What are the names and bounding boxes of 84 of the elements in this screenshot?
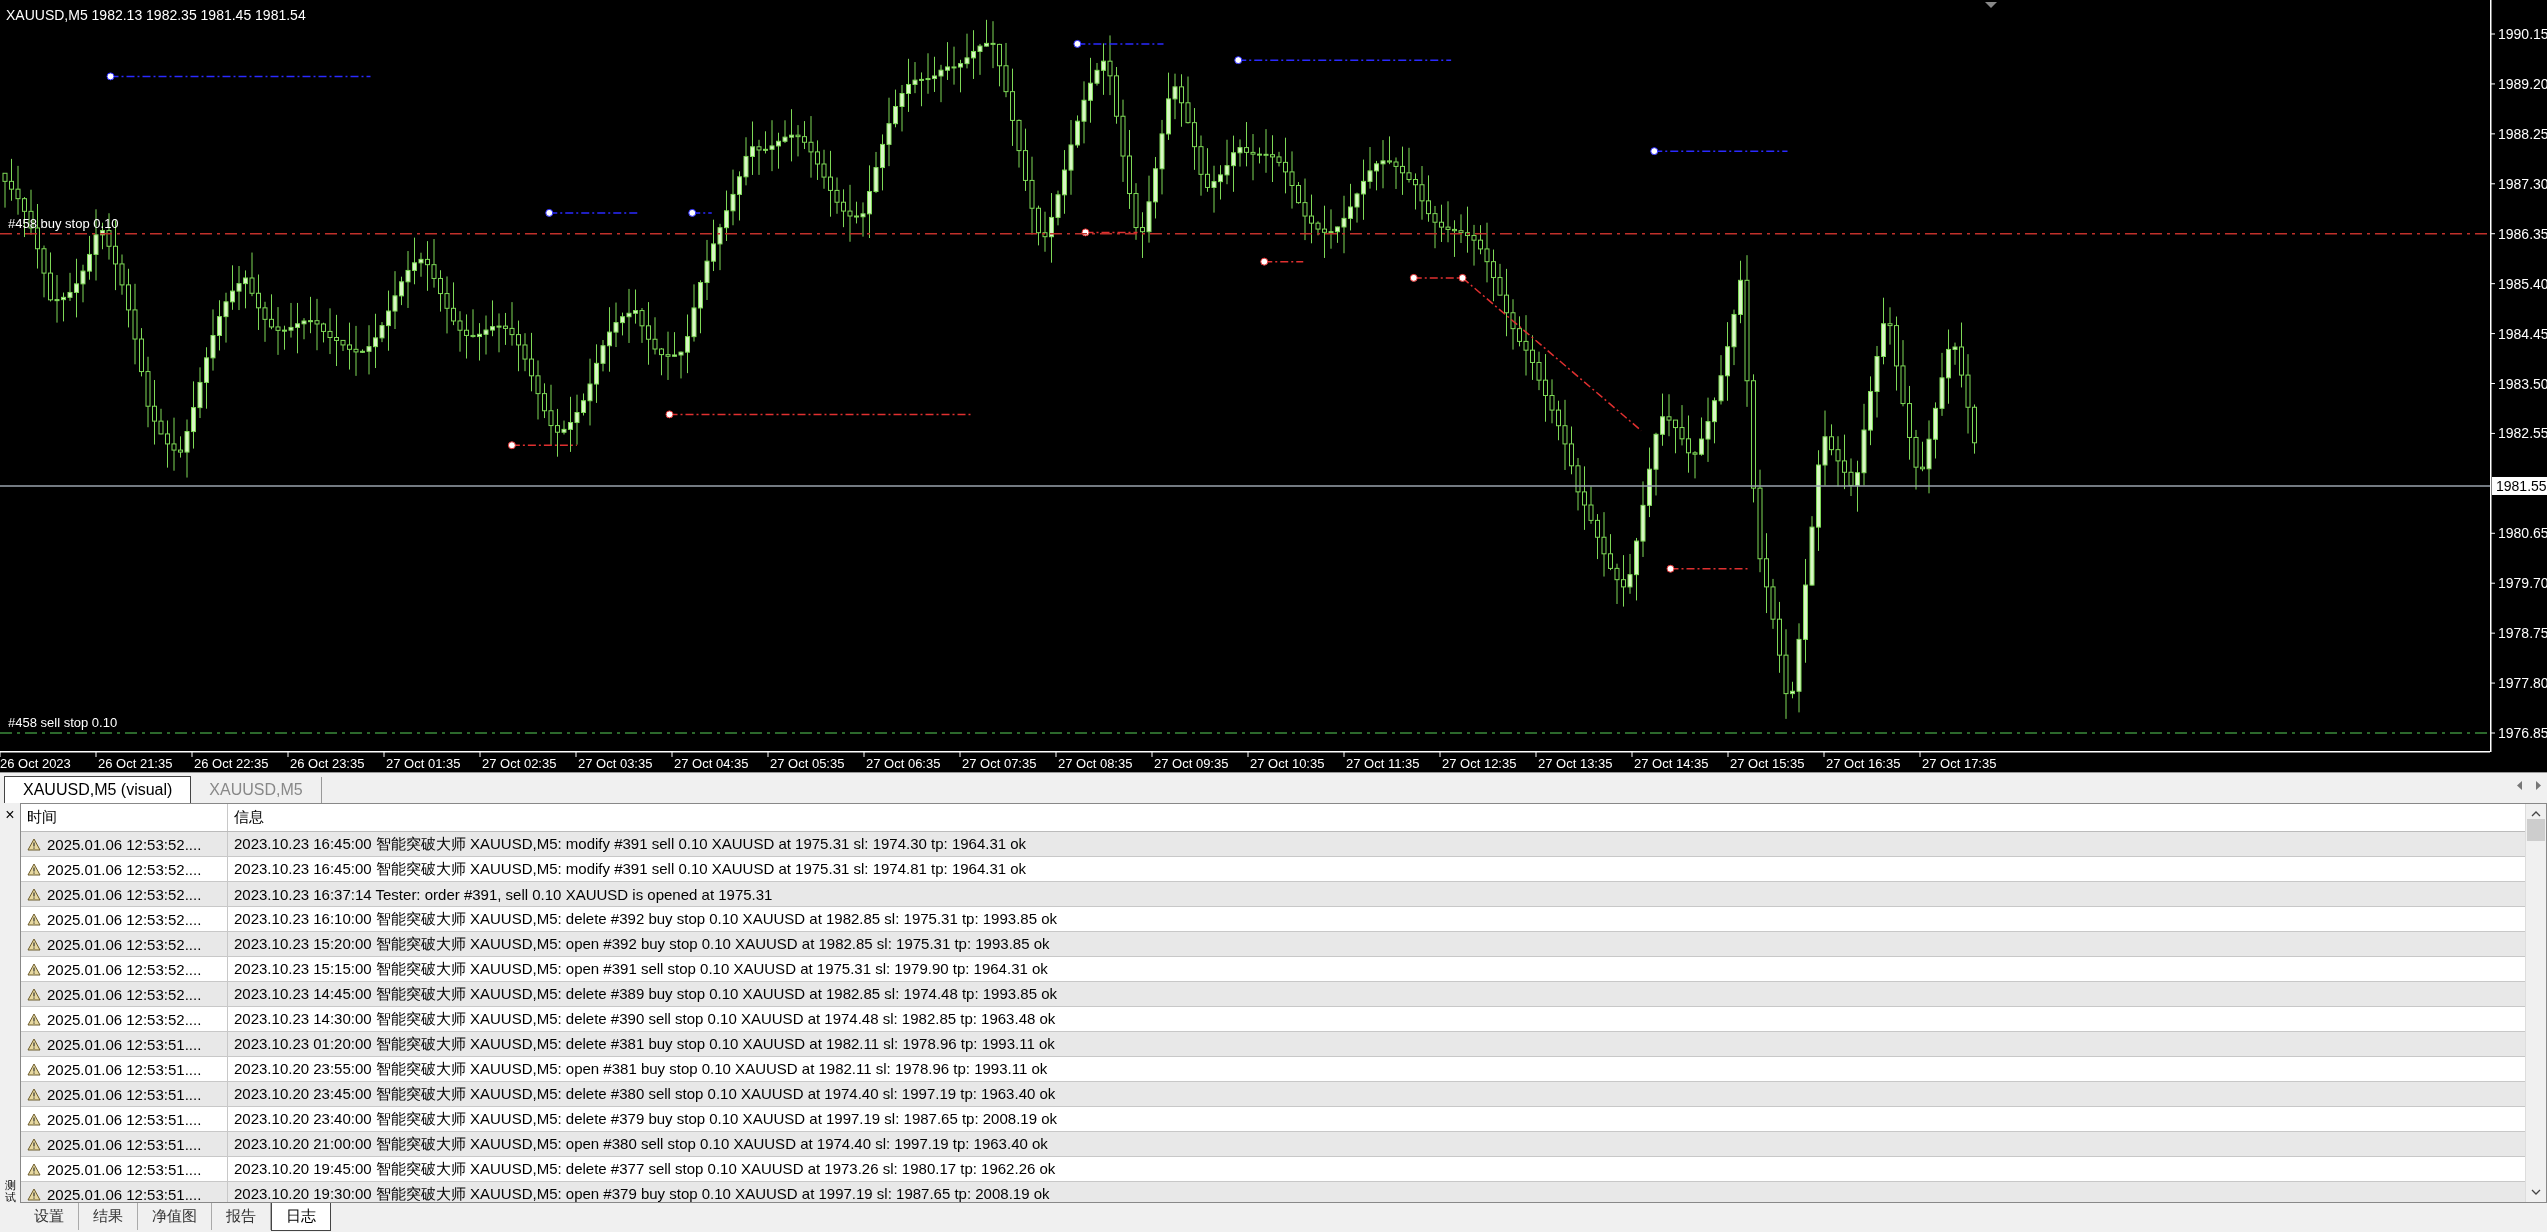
time-axis-label: 27 Oct 09:35 [1154, 756, 1229, 771]
log-message: 2023.10.23 15:15:00 智能突破大师 XAUUSD,M5: open #391 sell stop 0.10 XAUUSD at 1975.31 sl: 1979.90 tp: 1964.31 ok [234, 959, 1048, 977]
time-axis-label: 26 Oct 21:35 [98, 756, 173, 771]
bottom-tab[interactable]: 日志 [271, 1203, 331, 1231]
time-axis-label: 27 Oct 13:35 [1538, 756, 1613, 771]
log-message: 2023.10.23 16:37:14 Tester: order #391, sell 0.10 XAUUSD is opened at 1975.31 [234, 885, 773, 903]
current-price-label: 1981.55 [2492, 477, 2547, 495]
log-time: 2025.01.06 12:53:52.... [47, 835, 202, 853]
time-axis-label: 27 Oct 14:35 [1634, 756, 1709, 771]
log-message: 2023.10.23 15:20:00 智能突破大师 XAUUSD,M5: open #392 buy stop 0.10 XAUUSD at 1982.85 sl: 1975.31 tp: 1993.85 ok [234, 934, 1050, 952]
log-time: 2025.01.06 12:53:51.... [47, 1160, 202, 1178]
warning-icon [27, 1162, 41, 1176]
warning-icon [27, 1087, 41, 1101]
time-axis-label: 27 Oct 01:35 [386, 756, 461, 771]
log-message: 2023.10.23 14:30:00 智能突破大师 XAUUSD,M5: delete #390 sell stop 0.10 XAUUSD at 1974.48 sl: 1982.85 tp: 1963.48 ok [234, 1009, 1056, 1027]
warning-icon [27, 862, 41, 876]
time-axis-label: 27 Oct 10:35 [1250, 756, 1325, 771]
warning-icon [27, 1062, 41, 1076]
warning-icon [27, 987, 41, 1001]
bottom-tab[interactable]: 设置 [20, 1203, 79, 1230]
scroll-left-icon[interactable] [2517, 781, 2522, 790]
warning-icon [27, 1137, 41, 1151]
log-time: 2025.01.06 12:53:51.... [47, 1135, 202, 1153]
log-time: 2025.01.06 12:53:51.... [47, 1110, 202, 1128]
log-time: 2025.01.06 12:53:52.... [47, 960, 202, 978]
bottom-tab[interactable]: 结果 [79, 1203, 138, 1230]
log-message: 2023.10.23 16:10:00 智能突破大师 XAUUSD,M5: delete #392 buy stop 0.10 XAUUSD at 1982.85 sl: 1975.31 tp: 1993.85 ok [234, 909, 1057, 927]
log-message: 2023.10.20 23:45:00 智能突破大师 XAUUSD,M5: delete #380 sell stop 0.10 XAUUSD at 1974.40 sl: 1997.19 tp: 1963.40 ok [234, 1084, 1056, 1102]
shift-marker-icon[interactable] [1985, 2, 1997, 8]
column-header[interactable]: 信息 [234, 808, 264, 825]
time-axis-label: 27 Oct 17:35 [1922, 756, 1997, 771]
log-message: 2023.10.23 16:45:00 智能突破大师 XAUUSD,M5: modify #391 sell 0.10 XAUUSD at 1975.31 sl: 1974.81 tp: 1964.31 ok [234, 859, 1027, 877]
time-axis-label: 27 Oct 04:35 [674, 756, 749, 771]
log-time: 2025.01.06 12:53:52.... [47, 1010, 202, 1028]
scroll-right-icon[interactable] [2536, 781, 2541, 790]
chart-title: XAUUSD,M5 1982.13 1982.35 1981.45 1981.54 [6, 7, 306, 23]
time-axis-label: 27 Oct 16:35 [1826, 756, 1901, 771]
time-axis-label: 26 Oct 2023 [0, 756, 71, 771]
panel-side-label: 测试 [4, 1178, 16, 1203]
scroll-up-icon[interactable] [2531, 810, 2541, 817]
log-time: 2025.01.06 12:53:52.... [47, 860, 202, 878]
log-time: 2025.01.06 12:53:51.... [47, 1085, 202, 1103]
scrollbar-thumb[interactable] [2527, 819, 2545, 841]
warning-icon [27, 912, 41, 926]
warning-icon [27, 937, 41, 951]
warning-icon [27, 1187, 41, 1201]
time-axis-label: 26 Oct 23:35 [290, 756, 365, 771]
time-axis-label: 27 Oct 08:35 [1058, 756, 1133, 771]
time-axis-label: 27 Oct 15:35 [1730, 756, 1805, 771]
column-header[interactable]: 时间 [27, 808, 57, 827]
log-time: 2025.01.06 12:53:51.... [47, 1060, 202, 1078]
log-time: 2025.01.06 12:53:51.... [47, 1185, 202, 1202]
chart-tab[interactable]: XAUUSD,M5 (visual) [4, 776, 192, 803]
time-axis-label: 27 Oct 02:35 [482, 756, 557, 771]
log-message: 2023.10.20 23:40:00 智能突破大师 XAUUSD,M5: delete #379 buy stop 0.10 XAUUSD at 1997.19 sl: 1987.65 tp: 2008.19 ok [234, 1109, 1057, 1127]
time-axis-label: 27 Oct 11:35 [1346, 756, 1420, 771]
time-axis-label: 27 Oct 05:35 [770, 756, 845, 771]
log-time: 2025.01.06 12:53:52.... [47, 910, 202, 928]
warning-icon [27, 837, 41, 851]
time-axis-label: 27 Oct 03:35 [578, 756, 653, 771]
time-axis-label: 27 Oct 06:35 [866, 756, 941, 771]
log-message: 2023.10.20 19:45:00 智能突破大师 XAUUSD,M5: delete #377 sell stop 0.10 XAUUSD at 1973.26 sl: 1980.17 tp: 1962.26 ok [234, 1159, 1056, 1177]
log-message: 2023.10.23 14:45:00 智能突破大师 XAUUSD,M5: delete #389 buy stop 0.10 XAUUSD at 1982.85 sl: 1974.48 tp: 1993.85 ok [234, 984, 1057, 1002]
log-time: 2025.01.06 12:53:52.... [47, 885, 202, 903]
log-time: 2025.01.06 12:53:52.... [47, 935, 202, 953]
log-message: 2023.10.23 01:20:00 智能突破大师 XAUUSD,M5: delete #381 buy stop 0.10 XAUUSD at 1982.11 sl: 1978.96 tp: 1993.11 ok [234, 1034, 1055, 1052]
warning-icon [27, 1012, 41, 1026]
time-axis-label: 27 Oct 07:35 [962, 756, 1037, 771]
log-message: 2023.10.20 19:30:00 智能突破大师 XAUUSD,M5: open #379 buy stop 0.10 XAUUSD at 1997.19 sl: 1987.65 tp: 2008.19 ok [234, 1184, 1050, 1202]
bottom-tab[interactable]: 净值图 [138, 1203, 212, 1230]
close-icon[interactable]: × [5, 807, 15, 823]
time-axis-label: 26 Oct 22:35 [194, 756, 269, 771]
warning-icon [27, 1112, 41, 1126]
scroll-down-icon[interactable] [2531, 1189, 2541, 1196]
log-message: 2023.10.20 21:00:00 智能突破大师 XAUUSD,M5: open #380 sell stop 0.10 XAUUSD at 1974.40 sl: 1997.19 tp: 1963.40 ok [234, 1134, 1048, 1152]
log-message: 2023.10.23 16:45:00 智能突破大师 XAUUSD,M5: modify #391 sell 0.10 XAUUSD at 1975.31 sl: 1974.30 tp: 1964.31 ok [234, 834, 1027, 852]
time-axis-label: 27 Oct 12:35 [1442, 756, 1517, 771]
log-time: 2025.01.06 12:53:52.... [47, 985, 202, 1003]
warning-icon [27, 962, 41, 976]
order-label: #458 sell stop 0.10 [8, 715, 118, 730]
log-message: 2023.10.20 23:55:00 智能突破大师 XAUUSD,M5: open #381 buy stop 0.10 XAUUSD at 1982.11 sl: 1978.96 tp: 1993.11 ok [234, 1059, 1048, 1077]
warning-icon [27, 887, 41, 901]
log-time: 2025.01.06 12:53:51.... [47, 1035, 202, 1053]
warning-icon [27, 1037, 41, 1051]
